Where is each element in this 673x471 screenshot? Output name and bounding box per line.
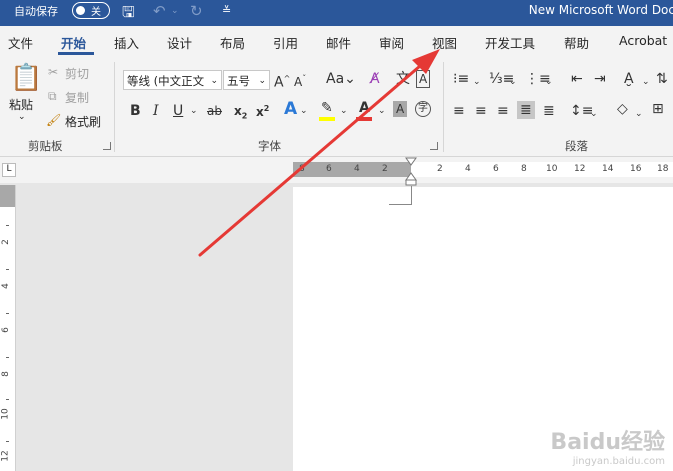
annotation-arrow [198, 49, 440, 257]
